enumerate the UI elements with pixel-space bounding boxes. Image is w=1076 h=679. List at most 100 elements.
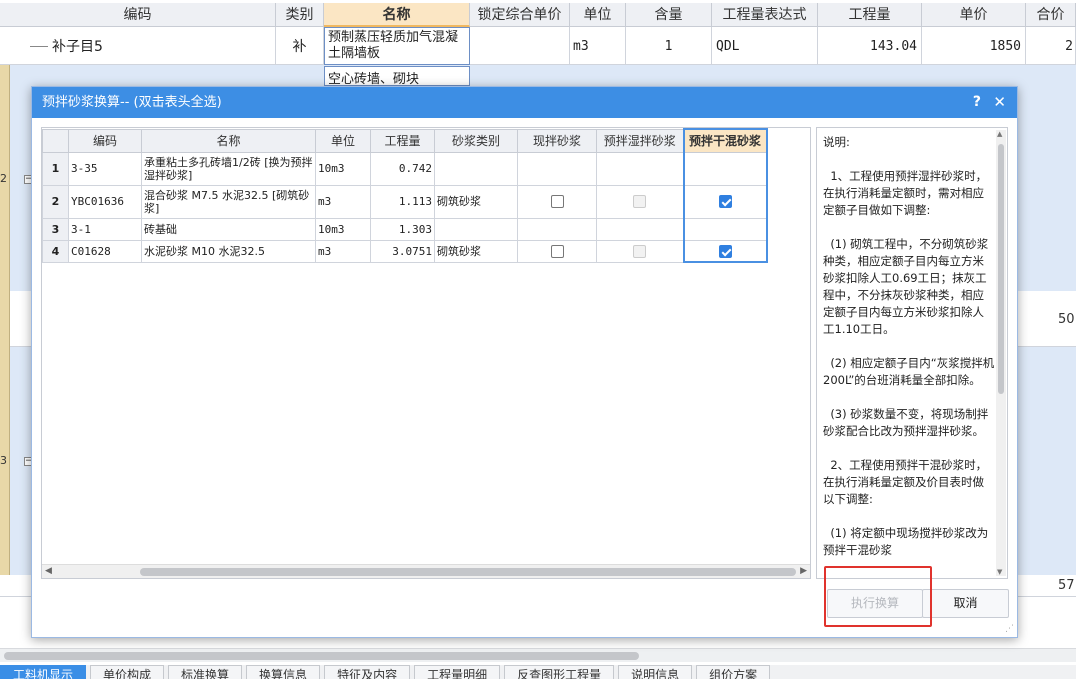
cell-quantity: 3.0751	[370, 239, 435, 263]
col-header-code[interactable]: 编码	[68, 128, 142, 153]
description-vertical-scrollbar[interactable]: ▲ ▼	[996, 130, 1006, 576]
tab-standard-conversion[interactable]: 标准换算	[168, 665, 243, 679]
cell-quantity: 1.303	[370, 217, 435, 241]
row-number: 3	[42, 217, 69, 241]
background-row[interactable]: 补子目5 补 预制蒸压轻质加气混凝土隔墙板 m3 1 QDL 143.04 18…	[0, 27, 1076, 65]
wet-mortar-checkbox[interactable]	[633, 195, 647, 209]
row-number-mark: 3	[0, 454, 7, 467]
execute-conversion-button[interactable]: 执行换算	[827, 589, 923, 618]
header-total[interactable]: 合价	[1026, 3, 1076, 27]
help-icon[interactable]: ?	[973, 87, 981, 118]
cell-quantity: 0.742	[370, 151, 435, 186]
header-content[interactable]: 含量	[626, 3, 712, 27]
tab-conversion-info[interactable]: 换算信息	[246, 665, 321, 679]
tab-reverse-lookup[interactable]: 反查图形工程量	[504, 665, 615, 679]
background-header: 编码 类别 名称 锁定综合单价 单位 含量 工程量表达式 工程量 单价 合价	[0, 3, 1076, 27]
tab-pricing-scheme[interactable]: 组价方案	[696, 665, 771, 679]
cell-wet-mortar	[596, 239, 684, 263]
header-name[interactable]: 名称	[324, 3, 470, 27]
col-header-unit[interactable]: 单位	[315, 128, 371, 153]
scrollbar-thumb[interactable]	[140, 568, 796, 576]
main-horizontal-scrollbar[interactable]	[0, 648, 1076, 662]
row-quantity: 143.04	[818, 27, 922, 65]
col-header-quantity[interactable]: 工程量	[370, 128, 435, 153]
header-expression[interactable]: 工程量表达式	[712, 3, 818, 27]
wet-mortar-checkbox[interactable]	[633, 244, 647, 258]
header-code[interactable]: 编码	[0, 3, 276, 27]
row-unit: m3	[570, 27, 626, 65]
row-number: 1	[42, 151, 69, 186]
scroll-right-icon[interactable]: ▶	[800, 566, 807, 576]
cell-code: 3-1	[68, 217, 142, 241]
close-icon[interactable]: ✕	[993, 87, 1006, 118]
col-header-dry-mix-mortar[interactable]: 预拌干混砂浆	[682, 128, 768, 153]
row-name[interactable]: 预制蒸压轻质加气混凝土隔墙板	[324, 27, 470, 65]
cell-code: C01628	[68, 239, 142, 263]
conversion-grid: 编码 名称 单位 工程量 砂浆类别 现拌砂浆 预拌湿拌砂浆 预拌干混砂浆 1 3…	[41, 127, 811, 579]
row-code: 补子目5	[0, 27, 276, 65]
cell-unit: m3	[315, 239, 371, 263]
cell-name: 水泥砂浆 M10 水泥32.5	[141, 239, 316, 263]
scroll-left-icon[interactable]: ◀	[45, 566, 52, 576]
scrollbar-thumb[interactable]	[998, 144, 1004, 394]
scroll-up-icon[interactable]: ▲	[997, 130, 1002, 138]
dialog-title-bar[interactable]: 预拌砂浆换算-- (双击表头全选) ? ✕	[32, 87, 1017, 118]
cell-site-mortar	[517, 217, 597, 241]
table-row[interactable]: 3 3-1 砖基础 10m3 1.303	[42, 217, 768, 241]
site-mortar-checkbox[interactable]	[550, 244, 564, 258]
cell-site-mortar	[517, 151, 597, 186]
grid-horizontal-scrollbar[interactable]: ◀ ▶	[42, 564, 810, 578]
header-quantity[interactable]: 工程量	[818, 3, 922, 27]
tab-price-composition[interactable]: 单价构成	[90, 665, 165, 679]
scroll-down-icon[interactable]: ▼	[997, 568, 1002, 576]
header-locked-price[interactable]: 锁定综合单价	[470, 3, 570, 27]
cell-site-mortar	[517, 239, 597, 263]
bottom-tab-bar: 工料机显示 单价构成 标准换算 换算信息 特征及内容 工程量明细 反查图形工程量…	[0, 665, 1076, 679]
col-header-mortar-category[interactable]: 砂浆类别	[434, 128, 518, 153]
tab-labor-material[interactable]: 工料机显示	[0, 665, 87, 679]
cell-code: 3-35	[68, 151, 142, 186]
resize-grip-icon[interactable]: ⋰	[1005, 624, 1014, 634]
site-mortar-checkbox[interactable]	[550, 195, 564, 209]
cell-wet-mortar	[596, 217, 684, 241]
table-row[interactable]: 4 C01628 水泥砂浆 M10 水泥32.5 m3 3.0751 砌筑砂浆	[42, 239, 768, 263]
dialog-title: 预拌砂浆换算-- (双击表头全选)	[42, 95, 222, 110]
row-content: 1	[626, 27, 712, 65]
header-type[interactable]: 类别	[276, 3, 324, 27]
cell-unit: m3	[315, 184, 371, 219]
row-total: 2	[1026, 27, 1076, 65]
cell-dry-mortar	[682, 239, 768, 263]
row-name-cell[interactable]: 空心砖墙、砌块	[324, 66, 470, 86]
row-total-value: 50	[1058, 312, 1075, 327]
col-header-site-mortar[interactable]: 现拌砂浆	[517, 128, 597, 153]
cell-category	[434, 151, 518, 186]
cell-name: 砖基础	[141, 217, 316, 241]
cell-category: 砌筑砂浆	[434, 239, 518, 263]
header-price[interactable]: 单价	[922, 3, 1026, 27]
scrollbar-thumb[interactable]	[4, 652, 639, 660]
description-text: 说明: 1、工程使用预拌湿拌砂浆时，在执行消耗量定额时，需对相应定额子目做如下调…	[823, 135, 995, 557]
tab-features[interactable]: 特征及内容	[324, 665, 411, 679]
mortar-conversion-dialog: 预拌砂浆换算-- (双击表头全选) ? ✕ 编码 名称 单位 工程量 砂浆类别 …	[31, 86, 1018, 638]
cell-site-mortar	[517, 184, 597, 219]
cell-wet-mortar	[596, 151, 684, 186]
row-type: 补	[276, 27, 324, 65]
conversion-table: 编码 名称 单位 工程量 砂浆类别 现拌砂浆 预拌湿拌砂浆 预拌干混砂浆 1 3…	[42, 128, 768, 263]
left-row-indicator	[0, 65, 10, 575]
tab-quantity-detail[interactable]: 工程量明细	[414, 665, 501, 679]
cell-wet-mortar	[596, 184, 684, 219]
row-number-header	[42, 128, 69, 153]
table-row[interactable]: 2 YBC01636 混合砂浆 M7.5 水泥32.5 [砌筑砂浆] m3 1.…	[42, 184, 768, 219]
dry-mortar-checkbox[interactable]	[718, 244, 732, 258]
tab-description[interactable]: 说明信息	[618, 665, 693, 679]
col-header-wet-mix-mortar[interactable]: 预拌湿拌砂浆	[596, 128, 684, 153]
cancel-button[interactable]: 取消	[922, 589, 1009, 618]
header-unit[interactable]: 单位	[570, 3, 626, 27]
table-row[interactable]: 1 3-35 承重粘土多孔砖墙1/2砖 [换为预拌湿拌砂浆] 10m3 0.74…	[42, 151, 768, 186]
row-total-value: 57	[1058, 578, 1075, 593]
dry-mortar-checkbox[interactable]	[718, 195, 732, 209]
cell-category	[434, 217, 518, 241]
cell-category: 砌筑砂浆	[434, 184, 518, 219]
row-number-mark: 2	[0, 172, 7, 185]
col-header-name[interactable]: 名称	[141, 128, 316, 153]
